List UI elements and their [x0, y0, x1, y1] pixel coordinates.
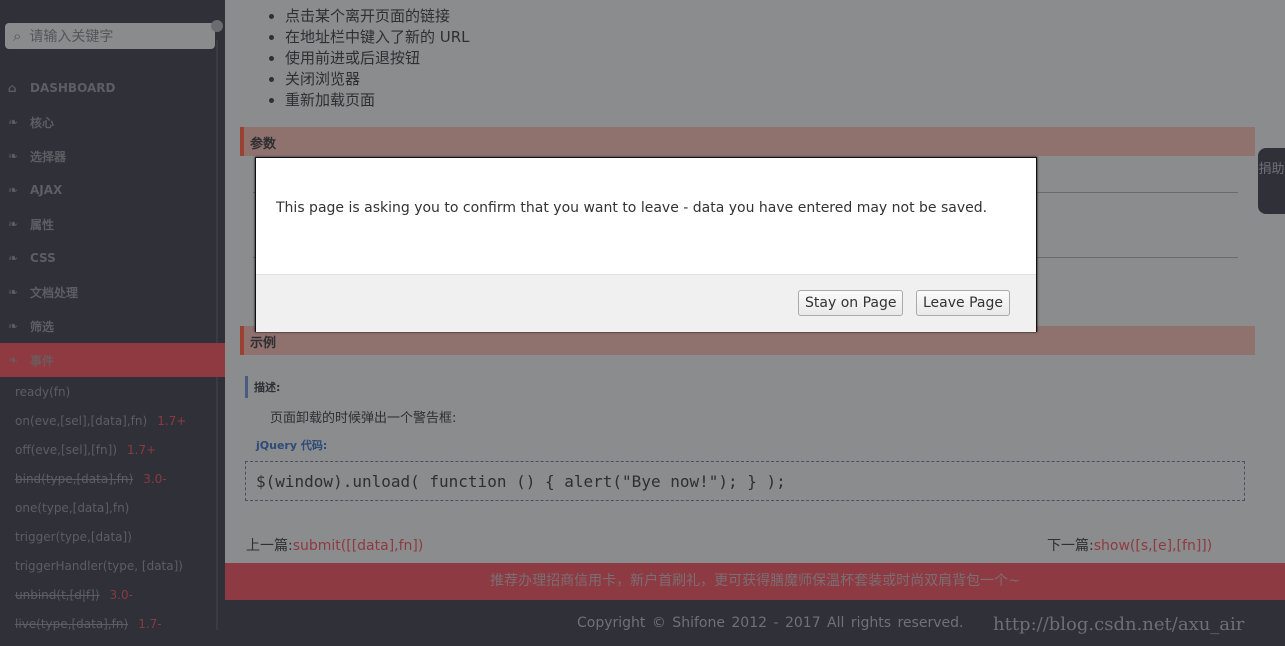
nav-label: AJAX: [30, 183, 63, 197]
nav-label: DASHBOARD: [30, 81, 116, 95]
list-item: 在地址栏中键入了新的 URL: [285, 27, 470, 48]
subitem-label: unbind(t,[d|f]): [15, 588, 100, 602]
params-heading: 参数: [240, 127, 1255, 156]
sidebar: ⌕ 请输入关键字 ⌂ DASHBOARD ❧ 核心 ❧ 选择器 ❧ AJAX ❧ 属性 ❧ CSS ❧ 文…: [0, 0, 225, 646]
promo-banner[interactable]: 推荐办理招商信用卡，新户首刷礼，更可获得膳魔师保温杯套装或时尚双肩背包一个~: [225, 563, 1285, 600]
sidebar-subitem[interactable]: on(eve,[sel],[data],fn) 1.7+: [15, 414, 186, 428]
sidebar-item[interactable]: ❧ 文档处理: [0, 275, 225, 309]
subitem-label: ready(fn): [15, 385, 71, 399]
version-badge: 3.0-: [143, 472, 167, 486]
nav-label: 筛选: [30, 319, 55, 334]
version-badge: 1.7-: [138, 617, 162, 631]
code-block: $(window).unload( function () { alert("B…: [245, 461, 1245, 501]
nav-label: 选择器: [30, 149, 67, 164]
watermark: http://blog.csdn.net/axu_air: [993, 614, 1245, 635]
version-badge: 3.0-: [109, 588, 133, 602]
sidebar-subitem[interactable]: off(eve,[sel],[fn]) 1.7+: [15, 443, 156, 457]
sidebar-item[interactable]: ❧ 属性: [0, 207, 225, 241]
list-item: 使用前进或后退按钮: [285, 48, 470, 69]
stay-on-page-button[interactable]: Stay on Page: [798, 290, 904, 316]
dialog-message: This page is asking you to confirm that …: [276, 200, 988, 216]
sidebar-item[interactable]: ❧ 选择器: [0, 139, 225, 173]
leave-page-button[interactable]: Leave Page: [916, 290, 1010, 316]
leaf-icon: ❧: [8, 217, 19, 231]
subitem-label: off(eve,[sel],[fn]): [15, 443, 117, 457]
next-link[interactable]: show([s,[e],[fn]]): [1094, 538, 1213, 554]
donate-button[interactable]: 捐助: [1258, 148, 1285, 214]
scrollbar-handle[interactable]: [211, 20, 223, 32]
list-item: 点击某个离开页面的链接: [285, 6, 470, 27]
home-icon: ⌂: [8, 81, 17, 95]
sidebar-item[interactable]: ❧ CSS: [0, 241, 225, 275]
sidebar-item-dashboard[interactable]: ⌂ DASHBOARD: [0, 71, 225, 105]
sidebar-item[interactable]: ❧ 筛选: [0, 309, 225, 343]
prev-link[interactable]: submit([[data],fn]): [293, 538, 424, 554]
trigger-list: 点击某个离开页面的链接 在地址栏中键入了新的 URL 使用前进或后退按钮 关闭浏…: [270, 6, 470, 111]
search-icon: ⌕: [13, 27, 22, 45]
search-placeholder: 请输入关键字: [29, 29, 114, 45]
list-item: 重新加载页面: [285, 90, 470, 111]
leaf-icon: ❧: [8, 353, 19, 367]
nav-label: CSS: [30, 251, 56, 265]
subitem-label: live(type,[data],fn): [15, 617, 129, 631]
prev-label: 上一篇:: [246, 538, 293, 554]
leaf-icon: ❧: [8, 251, 19, 265]
sidebar-subitem[interactable]: one(type,[data],fn): [15, 501, 129, 515]
dialog-footer: Stay on Page Leave Page: [256, 274, 1036, 332]
search-input[interactable]: ⌕ 请输入关键字: [5, 23, 215, 49]
version-badge: 1.7+: [127, 443, 157, 457]
sidebar-subitem[interactable]: bind(type,[data],fn) 3.0-: [15, 472, 167, 486]
sidebar-item[interactable]: ❧ 事件: [0, 343, 225, 377]
sidebar-item[interactable]: ❧ AJAX: [0, 173, 225, 207]
leaf-icon: ❧: [8, 149, 19, 163]
version-badge: 1.7+: [157, 414, 187, 428]
nav-label: 属性: [30, 217, 55, 232]
copyright: Copyright © Shifone 2012 - 2017 All righ…: [577, 615, 964, 631]
nav-label: 事件: [30, 353, 55, 368]
subitem-label: on(eve,[sel],[data],fn): [15, 414, 148, 428]
prev-nav: 上一篇:submit([[data],fn]): [246, 535, 423, 555]
sidebar-subitem[interactable]: live(type,[data],fn) 1.7-: [15, 617, 162, 631]
leaf-icon: ❧: [8, 319, 19, 333]
nav-label: 文档处理: [30, 285, 79, 300]
leave-page-dialog: This page is asking you to confirm that …: [255, 157, 1037, 332]
leaf-icon: ❧: [8, 285, 19, 299]
leaf-icon: ❧: [8, 115, 19, 129]
subitem-label: trigger(type,[data]): [15, 530, 132, 544]
sidebar-subitem[interactable]: unbind(t,[d|f]) 3.0-: [15, 588, 133, 602]
desc-label: 描述:: [245, 376, 286, 398]
leaf-icon: ❧: [8, 183, 19, 197]
sidebar-item[interactable]: ❧ 核心: [0, 105, 225, 139]
footer: Copyright © Shifone 2012 - 2017 All righ…: [225, 600, 1285, 646]
list-item: 关闭浏览器: [285, 69, 470, 90]
nav-label: 核心: [30, 115, 55, 130]
sidebar-subitem[interactable]: triggerHandler(type, [data]): [15, 559, 183, 573]
code-label: jQuery 代码:: [256, 439, 328, 452]
subitem-label: triggerHandler(type, [data]): [15, 559, 183, 573]
desc-text: 页面卸载的时候弹出一个警告框:: [270, 411, 457, 426]
next-nav: 下一篇:show([s,[e],[fn]]): [1047, 535, 1212, 555]
sidebar-subitem[interactable]: ready(fn): [15, 385, 70, 399]
subitem-label: one(type,[data],fn): [15, 501, 130, 515]
sidebar-subitem[interactable]: trigger(type,[data]): [15, 530, 132, 544]
subitem-label: bind(type,[data],fn): [15, 472, 134, 486]
next-label: 下一篇:: [1047, 538, 1094, 554]
